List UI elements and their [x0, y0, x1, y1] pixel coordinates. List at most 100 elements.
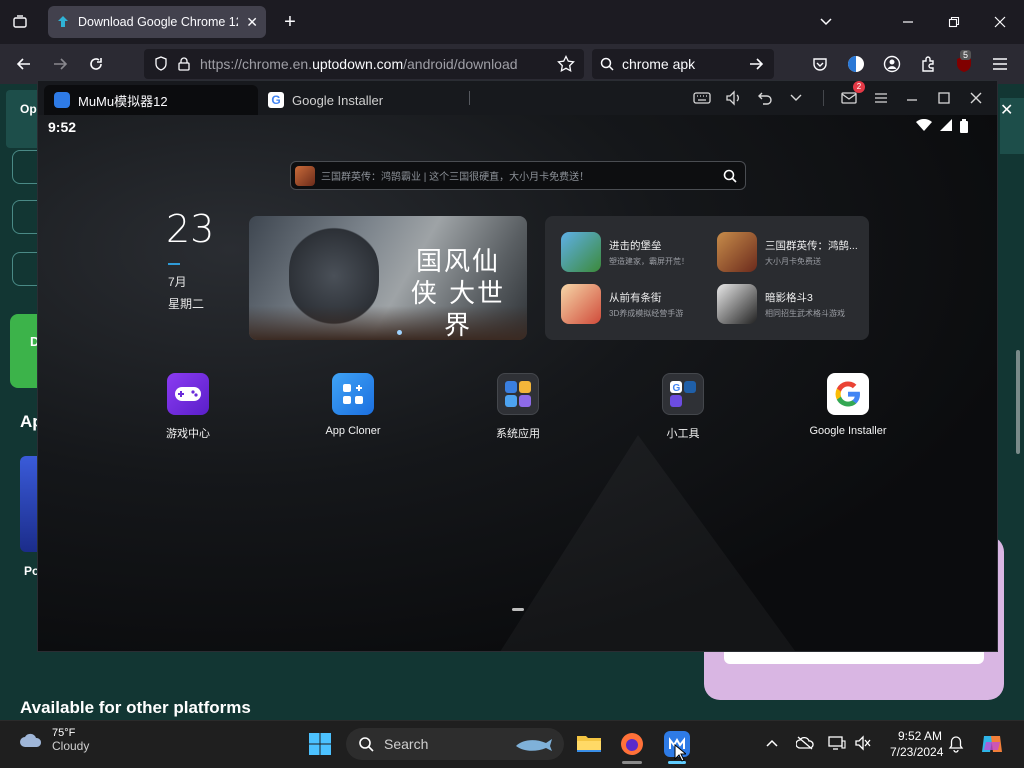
notification-bell-icon[interactable]: [948, 735, 964, 756]
go-arrow-icon[interactable]: [742, 50, 770, 78]
dark-reader-extension-icon[interactable]: [842, 50, 870, 78]
list-all-tabs-chevron-icon[interactable]: [812, 8, 840, 36]
volume-icon[interactable]: [720, 84, 748, 112]
close-window-icon[interactable]: [986, 8, 1014, 36]
copilot-icon[interactable]: [980, 732, 1004, 756]
banner-title: 国风仙侠 大世界: [410, 247, 506, 340]
date-weekday: 星期二: [168, 297, 205, 311]
android-home-screen: 9:52 三国群英传：鸿鹄霸业 | 这个三国很硬直，大小月卡免费送！ 23 7月…: [38, 115, 997, 651]
mumu-close-icon[interactable]: [962, 84, 990, 112]
game-item[interactable]: 暗影格斗3 相同招生武术格斗游戏: [717, 284, 845, 324]
game-icon: [561, 284, 601, 324]
mouse-cursor-icon: [674, 743, 688, 765]
mail-badge: 2: [853, 81, 865, 93]
close-side-panel-icon[interactable]: ✕: [1000, 98, 1024, 154]
game-item[interactable]: 从前有条街 3D养成模拟经营手游: [561, 284, 683, 324]
back-arrow-icon[interactable]: [10, 50, 38, 78]
available-platforms-heading: Available for other platforms: [20, 698, 251, 717]
mumu-tab-main[interactable]: MuMu模拟器12: [44, 85, 258, 115]
game-icon: [717, 284, 757, 324]
taskbar-clock[interactable]: 9:52 AM 7/23/2024: [890, 728, 944, 760]
wifi-icon: [916, 119, 932, 131]
page-scrollbar[interactable]: [1016, 350, 1020, 454]
firefox-taskbar-icon[interactable]: [620, 732, 644, 756]
weather-widget[interactable]: 75°F Cloudy: [18, 727, 89, 753]
app-label: 小工具: [666, 428, 700, 440]
taskbar-search-icon: [359, 737, 374, 752]
search-highlight-whale-icon: [516, 739, 552, 751]
gamepad-icon: [167, 373, 209, 415]
date-month: 7月: [168, 275, 187, 289]
forward-arrow-icon[interactable]: [46, 50, 74, 78]
tools-folder-icon: G: [662, 373, 704, 415]
pocket-icon[interactable]: [806, 50, 834, 78]
app-google-installer[interactable]: Google Installer: [798, 373, 898, 437]
android-search-icon[interactable]: [723, 169, 737, 183]
game-subtitle: 相同招生武术格斗游戏: [765, 308, 845, 318]
new-tab-button[interactable]: +: [276, 8, 304, 36]
android-status-icons: [916, 119, 968, 133]
restore-window-icon[interactable]: [940, 8, 968, 36]
mumu-minimize-icon[interactable]: [898, 84, 926, 112]
game-name: 三国群英传：鸿鹄...: [765, 239, 858, 252]
volume-muted-icon[interactable]: [854, 735, 872, 754]
app-tools[interactable]: G 小工具: [633, 373, 733, 441]
clock-time: 9:52 AM: [897, 729, 942, 743]
account-icon[interactable]: [878, 50, 906, 78]
extensions-puzzle-icon[interactable]: [914, 50, 942, 78]
url-text: https://chrome.en.uptodown.com/android/d…: [200, 56, 518, 72]
android-search-bar[interactable]: 三国群英传：鸿鹄霸业 | 这个三国很硬直，大小月卡免费送！: [290, 161, 746, 190]
more-chevron-icon[interactable]: [782, 84, 810, 112]
taskbar-search-placeholder: Search: [384, 736, 429, 752]
tracking-protection-shield-icon[interactable]: [154, 56, 168, 72]
onedrive-sync-off-icon[interactable]: [795, 735, 814, 754]
app-cloner-icon: [332, 373, 374, 415]
reload-icon[interactable]: [82, 50, 110, 78]
app-label: 游戏中心: [166, 428, 210, 440]
battery-icon: [960, 119, 968, 133]
game-subtitle: 塑造建家，霸屏开荒！: [609, 256, 689, 266]
bookmark-star-icon[interactable]: [552, 50, 580, 78]
taskbar-search[interactable]: Search: [346, 728, 564, 760]
app-system-apps[interactable]: 系统应用: [468, 373, 568, 441]
tab-list-icon[interactable]: [6, 8, 34, 36]
mumu-maximize-icon[interactable]: [930, 84, 958, 112]
uptodown-favicon-icon: [58, 16, 68, 27]
search-ad-avatar: [295, 165, 315, 186]
game-icon: [717, 232, 757, 272]
cell-signal-icon: [940, 119, 952, 131]
windows-start-icon[interactable]: [308, 732, 332, 756]
android-status-time: 9:52: [48, 119, 77, 135]
game-icon: [561, 232, 601, 272]
close-tab-icon[interactable]: ✕: [246, 14, 258, 31]
promo-banner[interactable]: 国风仙侠 大世界: [249, 216, 527, 340]
tab-title: Download Google Chrome 126: [78, 15, 239, 29]
lock-icon[interactable]: [178, 57, 190, 71]
hamburger-menu-icon[interactable]: [986, 50, 1014, 78]
app-app-cloner[interactable]: App Cloner: [303, 373, 403, 437]
network-display-icon[interactable]: [828, 735, 846, 754]
clock-date: 7/23/2024: [890, 745, 944, 759]
url-bar[interactable]: https://chrome.en.uptodown.com/android/d…: [144, 49, 584, 79]
minimize-window-icon[interactable]: [894, 8, 922, 36]
file-explorer-icon[interactable]: [576, 732, 602, 754]
keyboard-icon[interactable]: [688, 84, 716, 112]
mumu-menu-icon[interactable]: [867, 84, 895, 112]
mumu-emulator-window: MuMu模拟器12 G Google Installer 2 9:52 三国群英…: [37, 80, 998, 652]
date-day: 23: [166, 207, 215, 251]
game-item[interactable]: 进击的堡垒 塑造建家，霸屏开荒！: [561, 232, 689, 272]
game-item[interactable]: 三国群英传：鸿鹄... 大小月卡免费送: [717, 232, 858, 272]
weather-condition: Cloudy: [52, 739, 90, 753]
app-label: 系统应用: [496, 428, 540, 440]
wallpaper-light-ray: [498, 435, 798, 651]
google-icon: [827, 373, 869, 415]
game-subtitle: 3D养成模拟经营手游: [609, 308, 684, 318]
show-hidden-icons-chevron-icon[interactable]: [766, 736, 778, 750]
app-game-center[interactable]: 游戏中心: [138, 373, 238, 441]
weather-temperature: 75°F: [52, 727, 76, 739]
browser-tab-active[interactable]: Download Google Chrome 126 ✕: [48, 6, 266, 38]
back-undo-icon[interactable]: [751, 84, 779, 112]
mumu-tab-google-installer[interactable]: G Google Installer: [266, 85, 466, 115]
game-subtitle: 大小月卡免费送: [765, 256, 821, 266]
search-bar-value: chrome apk: [622, 56, 696, 72]
